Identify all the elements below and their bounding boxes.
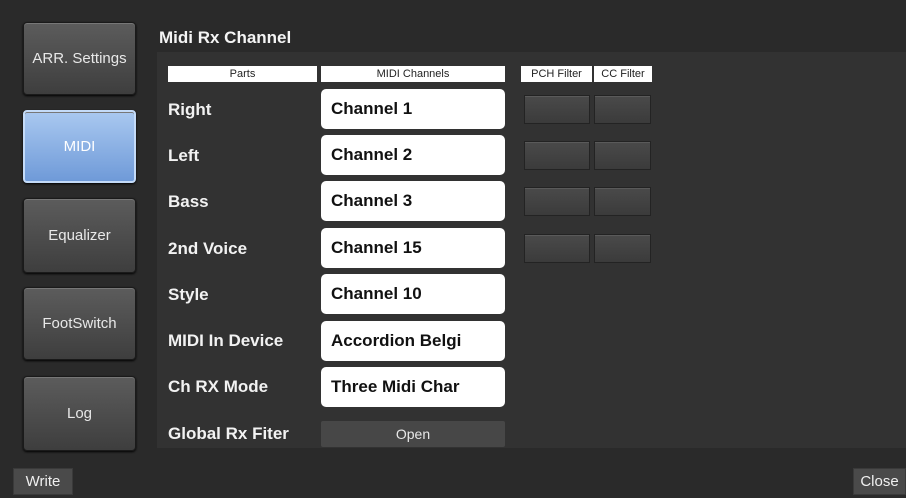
- page-title: Midi Rx Channel: [159, 28, 292, 47]
- sidebar-item-log[interactable]: Log: [23, 376, 136, 451]
- row-label-right: Right: [168, 100, 212, 119]
- channel-select-left[interactable]: Channel 2: [321, 135, 505, 175]
- cc-filter-toggle-right[interactable]: [594, 95, 651, 124]
- channel-select-2nd-voice[interactable]: Channel 15: [321, 228, 505, 268]
- sidebar-item-midi[interactable]: MIDI: [23, 110, 136, 183]
- row-label-ch-rx-mode: Ch RX Mode: [168, 377, 269, 396]
- pch-filter-toggle-bass[interactable]: [524, 187, 590, 216]
- sidebar-item-label: MIDI: [63, 138, 96, 155]
- header-pch-filter: PCH Filter: [521, 66, 592, 82]
- pch-filter-toggle-left[interactable]: [524, 141, 590, 170]
- midi-in-device-select[interactable]: Accordion Belgi: [321, 321, 505, 361]
- sidebar-item-label: Log: [66, 405, 93, 422]
- row-label-bass: Bass: [168, 192, 209, 211]
- row-label-global-rx-filter: Global Rx Fiter: [168, 424, 289, 443]
- close-button[interactable]: Close: [853, 468, 906, 495]
- row-label-left: Left: [168, 146, 200, 165]
- ch-rx-mode-select[interactable]: Three Midi Char: [321, 367, 505, 407]
- row-label-style: Style: [168, 285, 209, 304]
- pch-filter-toggle-right[interactable]: [524, 95, 590, 124]
- channel-select-right[interactable]: Channel 1: [321, 89, 505, 129]
- sidebar-item-label: ARR. Settings: [32, 50, 127, 67]
- sidebar-item-label: Equalizer: [48, 227, 111, 244]
- pch-filter-toggle-2nd-voice[interactable]: [524, 234, 590, 263]
- channel-select-style[interactable]: Channel 10: [321, 274, 505, 314]
- cc-filter-toggle-left[interactable]: [594, 141, 651, 170]
- row-label-2nd-voice: 2nd Voice: [168, 239, 248, 258]
- header-parts: Parts: [168, 66, 317, 82]
- channel-select-bass[interactable]: Channel 3: [321, 181, 505, 221]
- header-midi-channels: MIDI Channels: [321, 66, 505, 82]
- sidebar-item-equalizer[interactable]: Equalizer: [23, 198, 136, 273]
- cc-filter-toggle-bass[interactable]: [594, 187, 651, 216]
- global-rx-filter-button[interactable]: Open: [321, 421, 505, 447]
- sidebar-item-footswitch[interactable]: FootSwitch: [23, 287, 136, 360]
- cc-filter-toggle-2nd-voice[interactable]: [594, 234, 651, 263]
- write-button[interactable]: Write: [13, 468, 73, 495]
- sidebar-item-arr-settings[interactable]: ARR. Settings: [23, 22, 136, 95]
- row-label-midi-in-device: MIDI In Device: [168, 331, 284, 350]
- sidebar-item-label: FootSwitch: [42, 315, 117, 332]
- header-cc-filter: CC Filter: [594, 66, 652, 82]
